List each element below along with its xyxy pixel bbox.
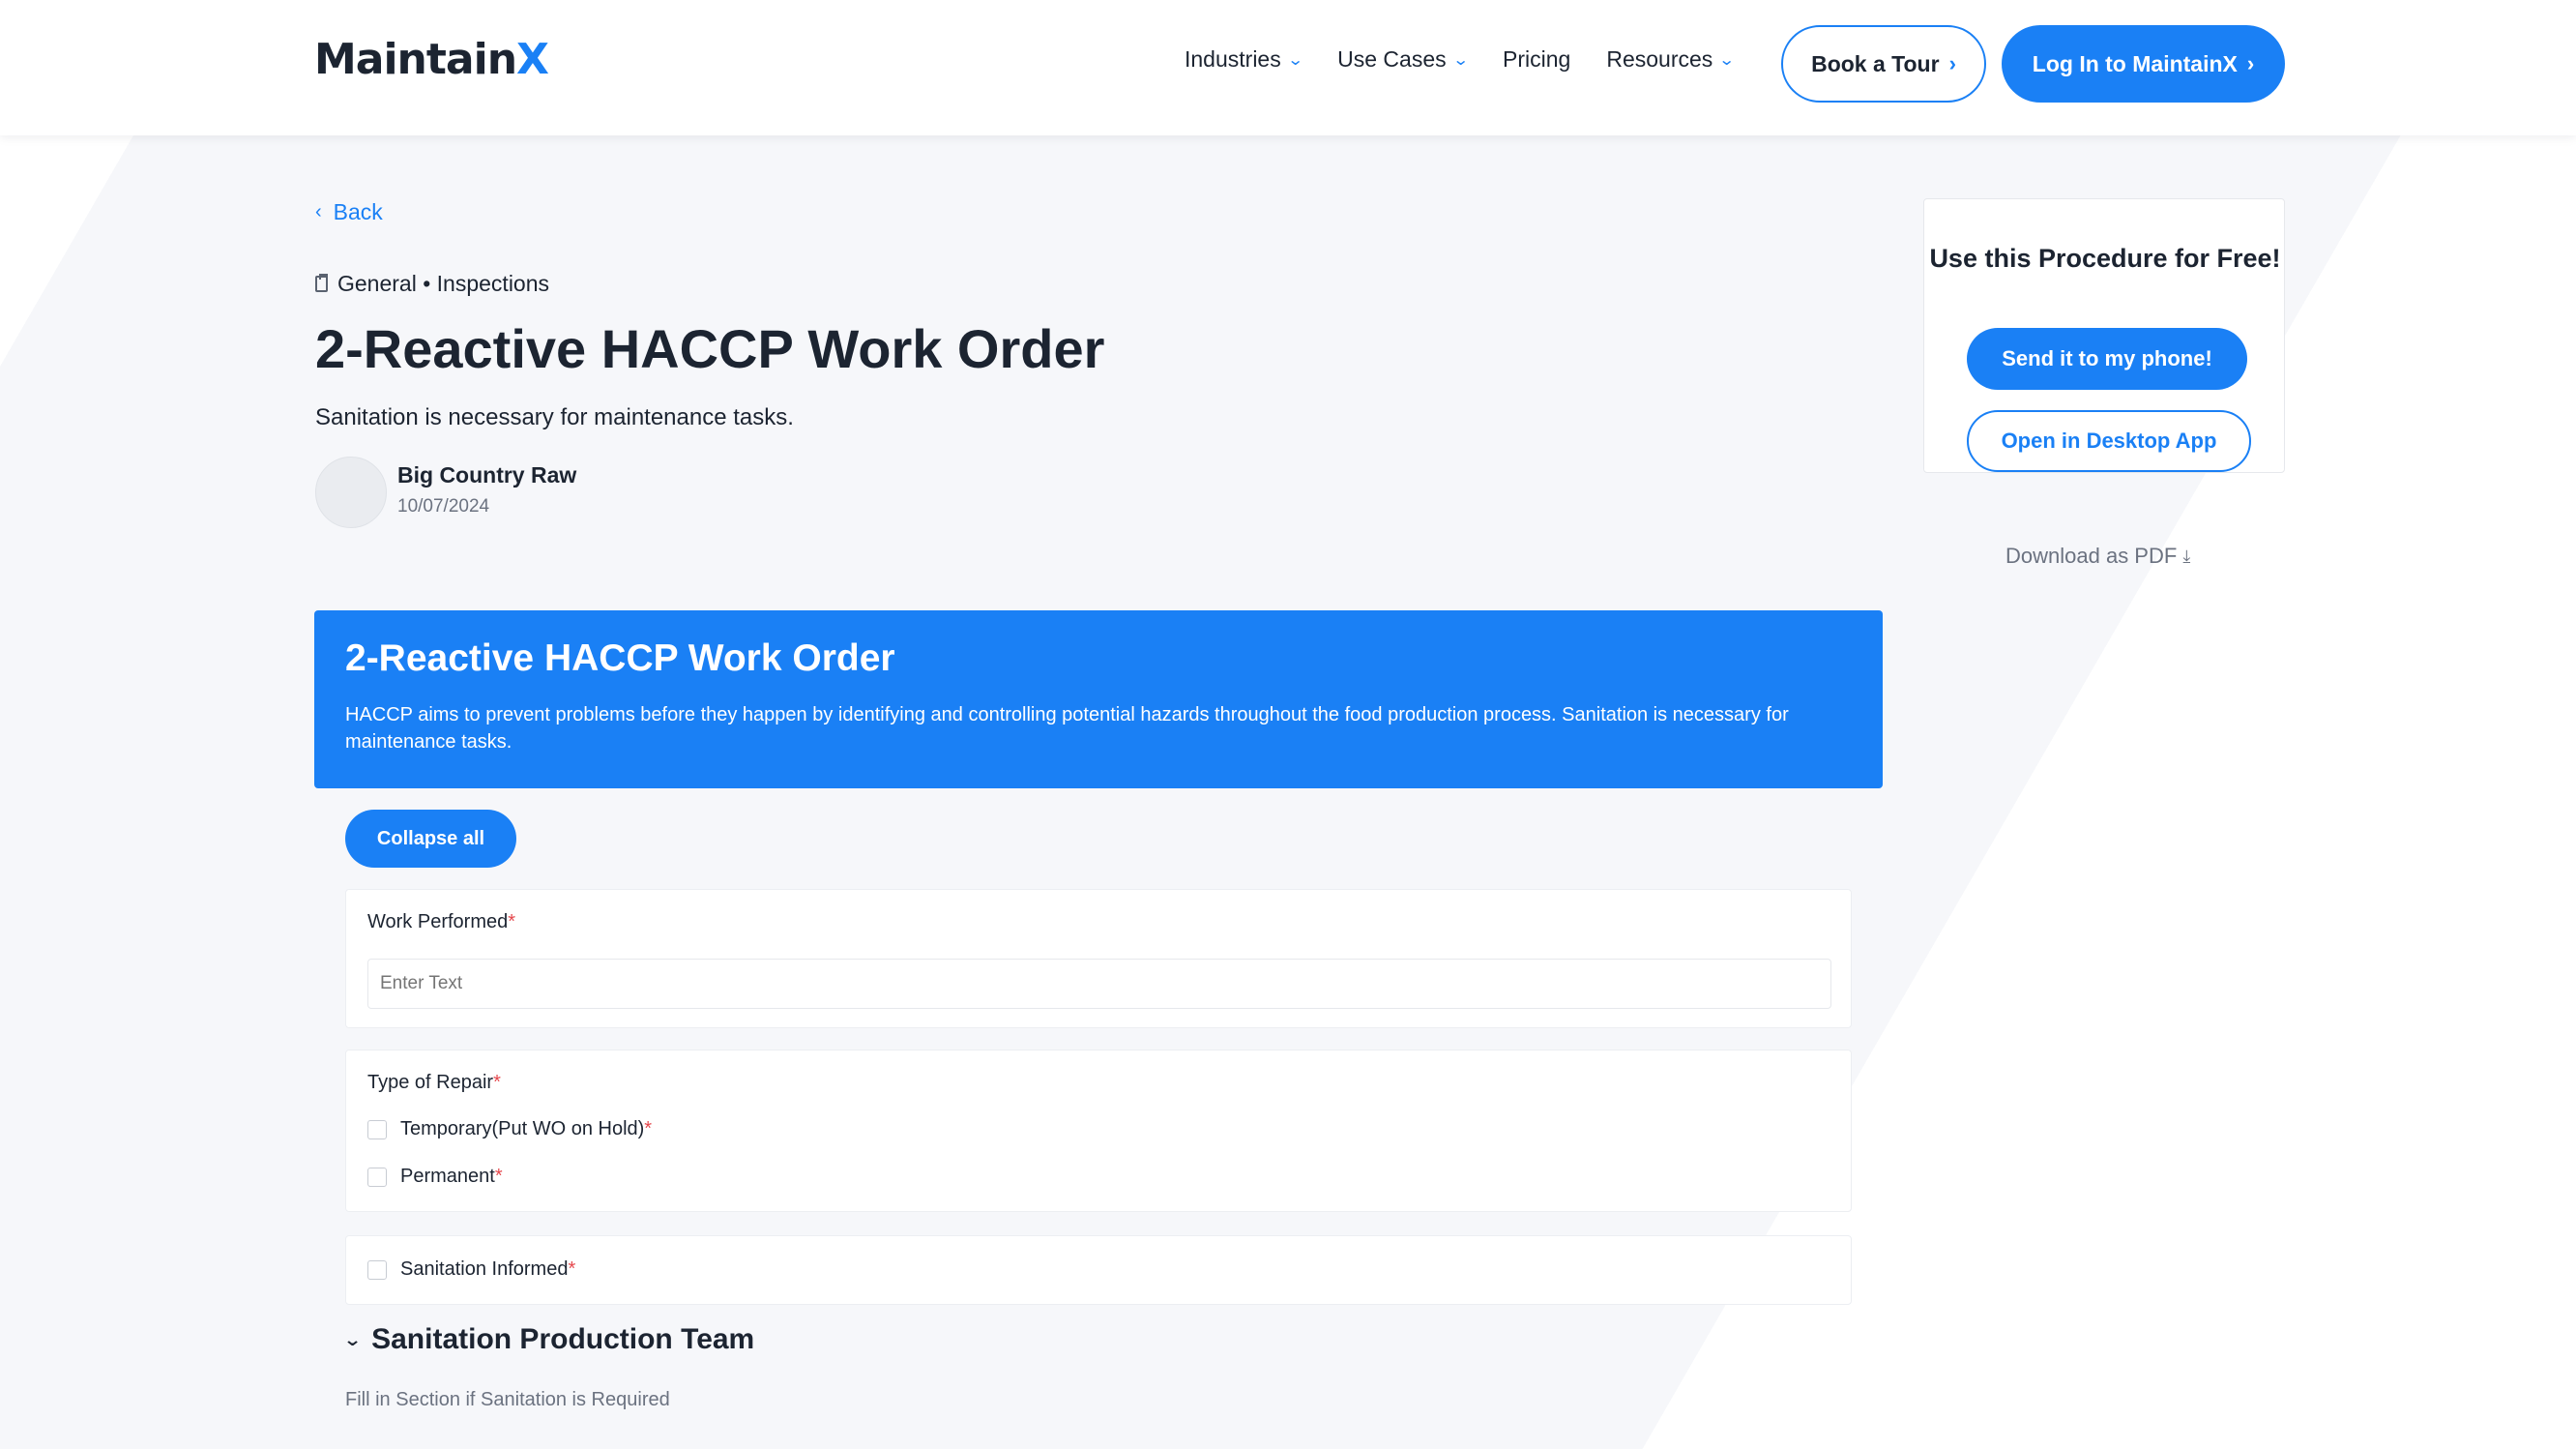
breadcrumb: General • Inspections bbox=[315, 271, 549, 297]
sanitation-informed-checkbox[interactable] bbox=[367, 1259, 387, 1280]
page-description: Sanitation is necessary for maintenance … bbox=[315, 404, 794, 430]
work-performed-label: Work Performed* bbox=[367, 911, 516, 932]
banner-title: 2-Reactive HACCP Work Order bbox=[345, 637, 895, 679]
back-label: Back bbox=[333, 199, 383, 224]
chevron-down-icon: ⌄ bbox=[1451, 51, 1470, 69]
avatar bbox=[315, 457, 387, 528]
author-name: Big Country Raw bbox=[397, 462, 577, 488]
login-label: Log In to MaintainX bbox=[2032, 50, 2238, 76]
collapse-all-button[interactable]: Collapse all bbox=[345, 810, 516, 868]
chevron-left-icon: ‹ bbox=[315, 201, 322, 222]
download-pdf-link[interactable]: Download as PDF ⤓ bbox=[2005, 544, 2190, 569]
section-title: Sanitation Production Team bbox=[371, 1323, 755, 1355]
page-title: 2-Reactive HACCP Work Order bbox=[315, 318, 1105, 379]
clipboard-icon bbox=[315, 274, 328, 292]
site-header: MaintainX Industries ⌄ Use Cases ⌄ Prici… bbox=[0, 0, 2576, 135]
nav-pricing-label: Pricing bbox=[1503, 46, 1571, 72]
login-button[interactable]: Log In to MaintainX › bbox=[2002, 25, 2285, 103]
sanitation-informed-card: Sanitation Informed * bbox=[345, 1235, 1852, 1305]
nav-use-cases[interactable]: Use Cases ⌄ bbox=[1337, 46, 1470, 73]
chevron-right-icon: › bbox=[1948, 51, 1956, 75]
permanent-checkbox[interactable] bbox=[367, 1167, 387, 1187]
nav-pricing[interactable]: Pricing bbox=[1503, 46, 1570, 73]
download-icon: ⤓ bbox=[2182, 546, 2191, 566]
type-of-repair-card: Type of Repair* Temporary(Put WO on Hold… bbox=[345, 1050, 1852, 1212]
type-of-repair-label: Type of Repair* bbox=[367, 1072, 501, 1093]
maintainx-logo[interactable]: MaintainX bbox=[314, 35, 549, 84]
download-pdf-label: Download as PDF bbox=[2005, 544, 2178, 568]
open-desktop-app-button[interactable]: Open in Desktop App bbox=[1967, 410, 2251, 472]
nav-industries-label: Industries bbox=[1185, 46, 1281, 72]
chevron-right-icon: › bbox=[2246, 51, 2255, 75]
nav-resources-label: Resources bbox=[1606, 46, 1713, 72]
chevron-down-icon: ⌄ bbox=[1286, 51, 1304, 69]
use-procedure-card: Use this Procedure for Free! Send it to … bbox=[1923, 198, 2285, 473]
sidebar-title: Use this Procedure for Free! bbox=[1929, 244, 2281, 273]
work-performed-input[interactable] bbox=[367, 959, 1831, 1009]
temporary-option[interactable]: Temporary(Put WO on Hold) * bbox=[367, 1118, 652, 1140]
back-link[interactable]: ‹ Back bbox=[315, 199, 383, 225]
main-nav: Industries ⌄ Use Cases ⌄ Pricing Resourc… bbox=[1185, 46, 1770, 73]
book-tour-button[interactable]: Book a Tour › bbox=[1781, 25, 1986, 103]
sanitation-informed-option[interactable]: Sanitation Informed * bbox=[367, 1258, 575, 1281]
nav-industries[interactable]: Industries ⌄ bbox=[1185, 46, 1304, 73]
nav-resources[interactable]: Resources ⌄ bbox=[1606, 46, 1736, 73]
nav-use-cases-label: Use Cases bbox=[1337, 46, 1447, 72]
breadcrumb-text: General • Inspections bbox=[337, 271, 550, 296]
section-note: Fill in Section if Sanitation is Require… bbox=[345, 1389, 670, 1410]
chevron-down-icon: ⌄ bbox=[342, 1329, 363, 1349]
chevron-down-icon: ⌄ bbox=[1718, 51, 1736, 69]
procedure-banner: 2-Reactive HACCP Work Order HACCP aims t… bbox=[314, 610, 1883, 788]
work-performed-card: Work Performed* bbox=[345, 889, 1852, 1028]
banner-description: HACCP aims to prevent problems before th… bbox=[345, 704, 1789, 753]
temporary-checkbox[interactable] bbox=[367, 1119, 387, 1139]
main-content: ‹ Back General • Inspections 2-Reactive … bbox=[0, 135, 2576, 1449]
permanent-option[interactable]: Permanent * bbox=[367, 1166, 503, 1188]
section-toggle[interactable]: ⌄ Sanitation Production Team bbox=[342, 1323, 755, 1356]
book-tour-label: Book a Tour bbox=[1811, 50, 1940, 76]
author-date: 10/07/2024 bbox=[397, 496, 490, 517]
send-to-phone-button[interactable]: Send it to my phone! bbox=[1967, 328, 2247, 390]
